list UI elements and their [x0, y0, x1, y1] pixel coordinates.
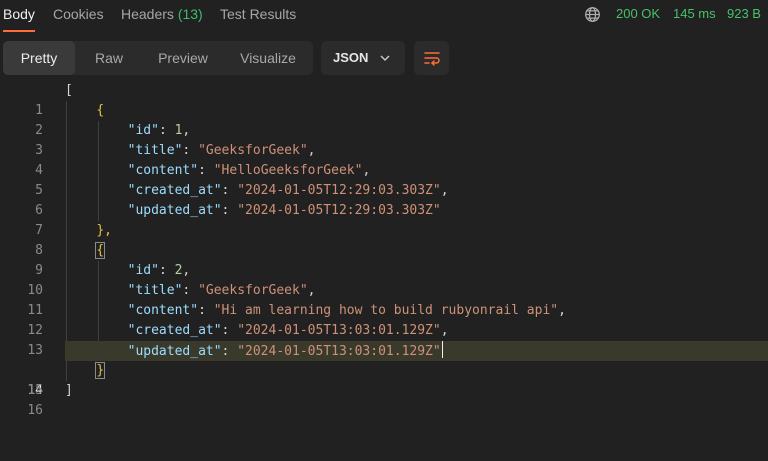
response-body-editor[interactable]: 1 [ 2 { 3 "id": 1, 4 "title": "GeeksforG…	[0, 81, 768, 418]
globe-icon[interactable]	[584, 6, 601, 23]
json-key: "title"	[127, 143, 183, 158]
json-key: "updated_at"	[127, 203, 222, 218]
code-line: 12 "content": "Hi am learning how to bui…	[0, 301, 768, 338]
json-string: "2024-01-05T13:03:01.129Z"	[237, 323, 441, 338]
comma: ,	[182, 123, 191, 138]
wrap-lines-icon	[424, 52, 440, 66]
tab-headers-label: Headers	[121, 6, 174, 22]
colon: :	[198, 163, 214, 178]
json-string: "2024-01-05T12:29:03.303Z"	[237, 183, 441, 198]
json-string: "2024-01-05T13:03:01.129Z"	[237, 344, 441, 359]
response-time[interactable]: 145 ms	[673, 6, 716, 21]
tab-cookies[interactable]: Cookies	[53, 6, 104, 22]
view-preview-button[interactable]: Preview	[143, 41, 223, 75]
code-line: 5 "content": "HelloGeeksforGeek",	[0, 161, 768, 198]
json-string: "GeeksforGeek"	[198, 143, 308, 158]
json-key: "id"	[127, 263, 159, 278]
code-line: 15 }	[0, 361, 768, 398]
response-tabs: Body Cookies Headers (13) Test Results 2…	[0, 0, 768, 34]
active-tab-indicator	[3, 30, 35, 32]
colon: :	[198, 303, 214, 318]
format-select[interactable]: JSON	[321, 41, 405, 75]
json-string: "GeeksforGeek"	[198, 283, 308, 298]
json-key: "created_at"	[127, 183, 222, 198]
status-code[interactable]: 200 OK	[616, 6, 660, 21]
wrap-lines-button[interactable]	[414, 41, 449, 75]
comma: ,	[307, 283, 316, 298]
comma: ,	[440, 183, 449, 198]
object-open-brace: {	[95, 242, 106, 259]
json-key: "content"	[127, 303, 199, 318]
array-close-bracket: ]	[65, 383, 73, 398]
colon: :	[182, 143, 199, 158]
json-key: "created_at"	[127, 323, 222, 338]
tab-body[interactable]: Body	[3, 6, 35, 22]
object-close-brace: },	[96, 223, 112, 238]
code-line: 1 [	[0, 81, 768, 118]
comma: ,	[440, 323, 449, 338]
colon: :	[221, 323, 238, 338]
code-line: 4 "title": "GeeksforGeek",	[0, 141, 768, 178]
json-string: "HelloGeeksforGeek"	[213, 163, 363, 178]
colon: :	[158, 263, 175, 278]
colon: :	[158, 123, 175, 138]
code-line-current: 14 "updated_at": "2024-01-05T13:03:01.12…	[0, 341, 768, 398]
tab-headers[interactable]: Headers (13)	[121, 6, 203, 22]
colon: :	[221, 203, 238, 218]
format-select-value: JSON	[333, 50, 369, 65]
array-open-bracket: [	[65, 83, 73, 98]
view-raw-button[interactable]: Raw	[75, 41, 143, 75]
object-close-brace: }	[95, 362, 106, 379]
object-open-brace: {	[96, 103, 105, 118]
tab-test-results[interactable]: Test Results	[220, 6, 296, 22]
code-line: 13 "created_at": "2024-01-05T13:03:01.12…	[0, 321, 768, 358]
view-visualize-button[interactable]: Visualize	[223, 41, 313, 75]
comma: ,	[182, 263, 191, 278]
comma: ,	[307, 143, 316, 158]
colon: :	[221, 183, 238, 198]
code-line: 6 "created_at": "2024-01-05T12:29:03.303…	[0, 181, 768, 218]
colon: :	[182, 283, 199, 298]
chevron-down-icon	[380, 55, 390, 62]
json-string: "2024-01-05T12:29:03.303Z"	[237, 203, 441, 218]
view-mode-toggle: Pretty Raw Preview Visualize	[3, 41, 313, 75]
colon: :	[221, 344, 238, 359]
code-line: 8 },	[0, 221, 768, 258]
json-key: "content"	[127, 163, 199, 178]
code-line: 9 {	[0, 241, 768, 278]
code-line: 10 "id": 2,	[0, 261, 768, 298]
line-number: 16	[27, 403, 43, 418]
json-key: "id"	[127, 123, 159, 138]
comma: ,	[362, 163, 371, 178]
response-size[interactable]: 923 B	[727, 6, 761, 21]
code-line: 16 ]	[0, 381, 768, 418]
json-string: "Hi am learning how to build rubyonrail …	[213, 303, 559, 318]
code-line: 3 "id": 1,	[0, 121, 768, 158]
code-line: 11 "title": "GeeksforGeek",	[0, 281, 768, 318]
text-cursor	[441, 341, 444, 358]
headers-count-badge: (13)	[177, 6, 203, 22]
json-key: "updated_at"	[127, 344, 222, 359]
comma: ,	[558, 303, 566, 318]
json-key: "title"	[127, 283, 183, 298]
code-line: 7 "updated_at": "2024-01-05T12:29:03.303…	[0, 201, 768, 238]
code-line: 2 {	[0, 101, 768, 138]
view-pretty-button[interactable]: Pretty	[3, 41, 75, 75]
